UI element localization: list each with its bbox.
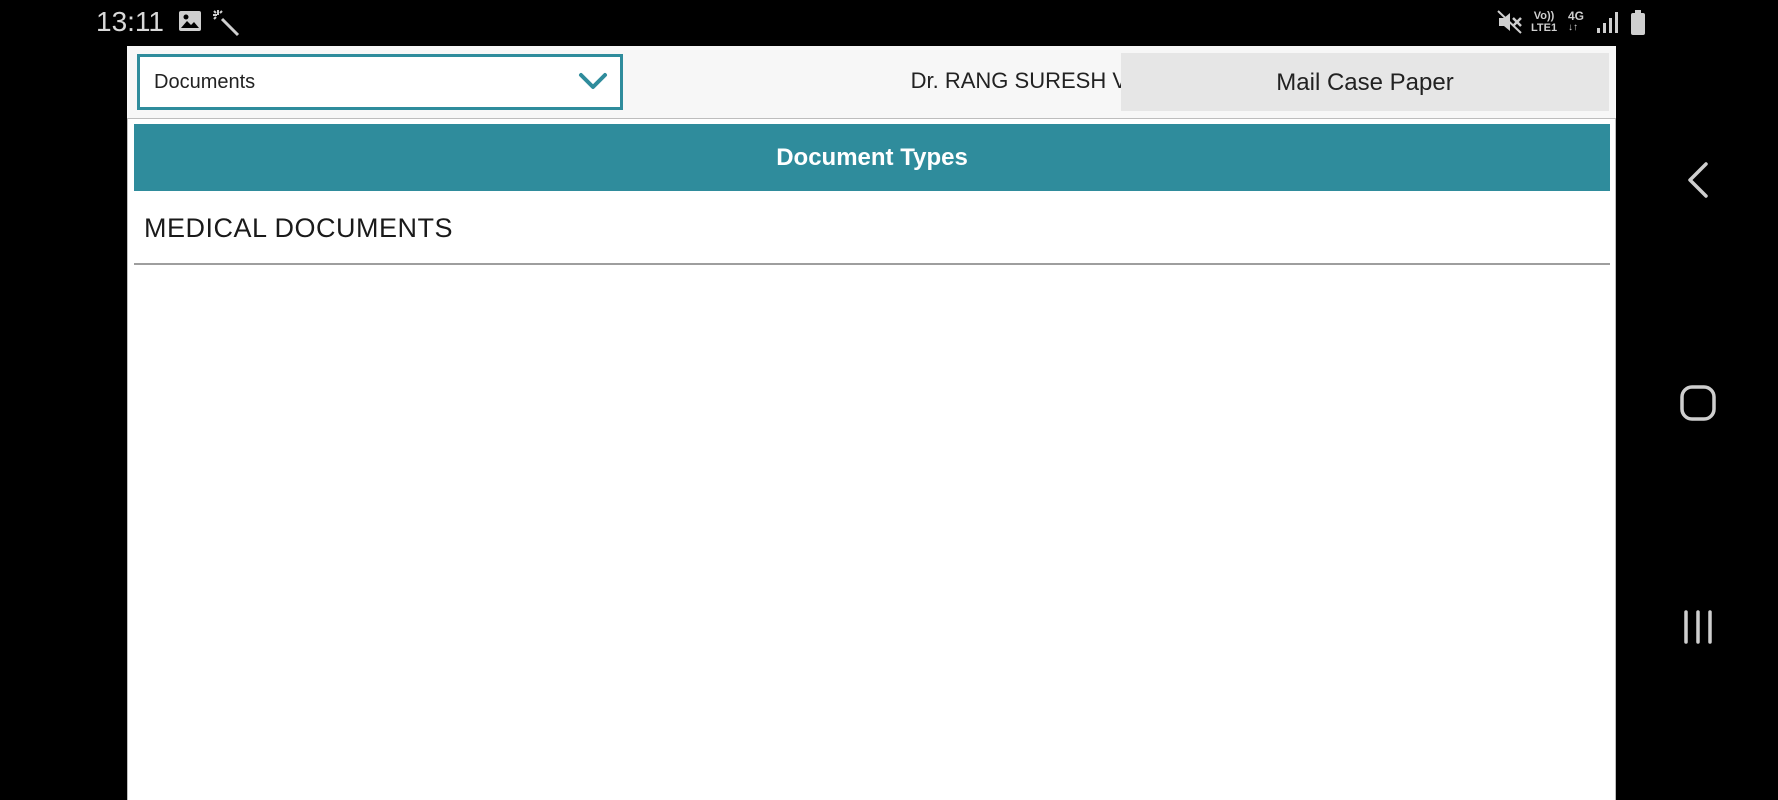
top-bar: Documents Dr. RANG SURESH V Mail Case Pa… (127, 46, 1616, 116)
recents-button[interactable] (1675, 608, 1721, 649)
network-label: 4G (1568, 9, 1585, 23)
status-bar: 13:11 Vo)) LTE1 4G ↓↑ (0, 0, 1778, 46)
content-panel: Document Types MEDICAL DOCUMENTS (127, 118, 1616, 800)
data-arrows: ↓↑ (1568, 22, 1578, 33)
dropdown-selected-value: Documents (154, 71, 256, 93)
list-item-label: MEDICAL DOCUMENTS (144, 213, 454, 243)
chevron-down-icon (578, 71, 608, 96)
screen: 13:11 Vo)) LTE1 4G ↓↑ Documents Dr. RANG… (0, 0, 1778, 800)
navigation-bar (1618, 0, 1778, 800)
document-category-dropdown[interactable]: Documents (137, 54, 623, 110)
status-time: 13:11 (96, 6, 164, 37)
home-button[interactable] (1673, 383, 1723, 426)
home-icon (1679, 385, 1717, 425)
4g-icon: 4G ↓↑ (1568, 10, 1584, 34)
mute-icon (1497, 10, 1523, 39)
mail-case-paper-button[interactable]: Mail Case Paper (1121, 53, 1609, 111)
signal-icon (1596, 10, 1620, 39)
list-item[interactable]: MEDICAL DOCUMENTS (134, 191, 1610, 265)
volte-line2: LTE1 (1531, 22, 1558, 34)
doctor-name: Dr. RANG SURESH V (910, 68, 1127, 93)
recents-icon (1681, 610, 1715, 648)
section-header: Document Types (134, 124, 1610, 191)
volte-line1: Vo)) (1533, 10, 1555, 22)
magic-wand-icon (212, 9, 240, 42)
back-icon (1686, 162, 1710, 202)
gallery-icon (178, 10, 202, 37)
app-window: Documents Dr. RANG SURESH V Mail Case Pa… (127, 46, 1616, 800)
mail-case-paper-label: Mail Case Paper (1276, 69, 1454, 96)
volte-icon: Vo)) LTE1 (1531, 10, 1557, 34)
back-button[interactable] (1680, 160, 1716, 203)
